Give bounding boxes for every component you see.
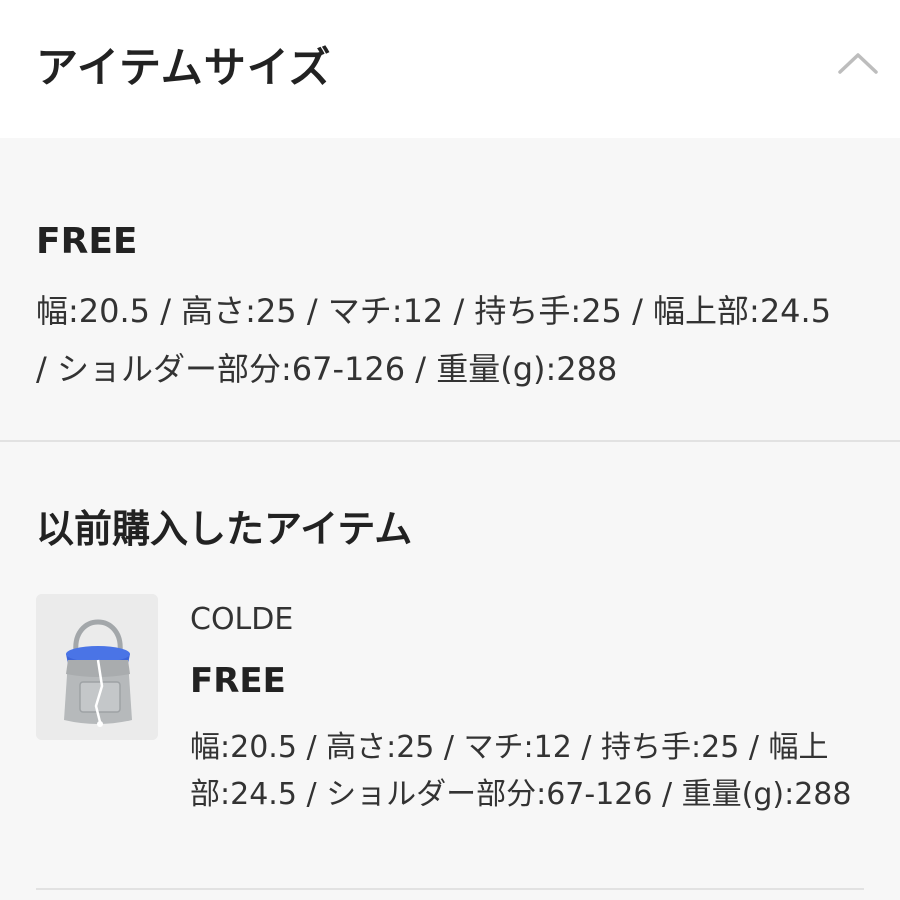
item-divider	[36, 888, 864, 890]
size-description: 幅:20.5 / 高さ:25 / マチ:12 / 持ち手:25 / 幅上部:24…	[36, 292, 832, 388]
size-info: FREE 幅:20.5 / 高さ:25 / マチ:12 / 持ち手:25 / 幅…	[0, 138, 900, 440]
size-label: FREE	[36, 221, 138, 262]
previous-purchases: 以前購入したアイテム COLDE FREE 幅:20.5 / 高さ:25 / マ…	[0, 442, 900, 900]
item-size: FREE	[190, 661, 286, 701]
section-header[interactable]: アイテムサイズ	[0, 0, 900, 138]
section-title: アイテムサイズ	[36, 43, 332, 92]
item-description: 幅:20.5 / 高さ:25 / マチ:12 / 持ち手:25 / 幅上部:24…	[190, 730, 852, 812]
previous-purchases-title: 以前購入したアイテム	[36, 507, 413, 551]
chevron-up-icon[interactable]	[836, 50, 880, 76]
bag-thumbnail[interactable]	[36, 594, 158, 740]
item-brand: COLDE	[190, 602, 294, 637]
